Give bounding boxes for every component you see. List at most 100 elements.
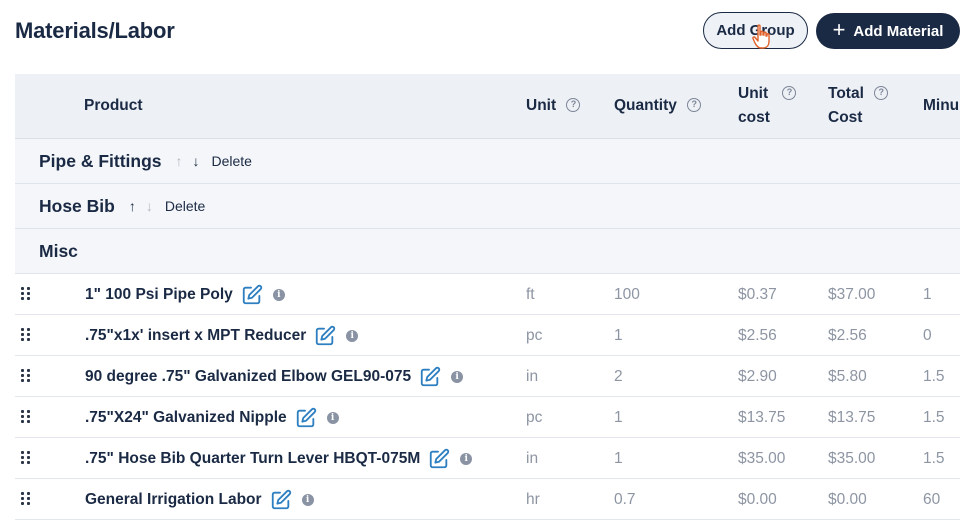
delete-group-link[interactable]: Delete — [212, 153, 252, 169]
product-cell: .75"X24" Galvanized Nipple i — [85, 397, 339, 438]
table-row: .75"X24" Galvanized Nipple i pc 1 $13.75 $13.… — [15, 397, 960, 438]
column-total-cost-label-2: Cost — [828, 109, 863, 126]
unit-cost-cell: $2.56 — [738, 327, 777, 344]
product-cell: .75"x1x' insert x MPT Reducer i — [85, 315, 359, 356]
minutes-cell: 60 — [923, 491, 941, 508]
product-name: General Irrigation Labor — [85, 490, 262, 508]
help-icon[interactable]: ? — [687, 98, 702, 112]
group-row-misc: Misc — [15, 229, 960, 274]
drag-handle-icon[interactable] — [21, 328, 31, 342]
add-material-button[interactable]: + Add Material — [816, 13, 960, 49]
unit-cell: in — [526, 450, 539, 467]
add-material-label: Add Material — [853, 22, 944, 40]
minutes-cell: 1.5 — [923, 368, 945, 385]
total-cost-cell: $35.00 — [828, 450, 876, 467]
table-row: 90 degree .75" Galvanized Elbow GEL90-07… — [15, 356, 960, 397]
column-unit-cost[interactable]: Unit ? cost — [738, 82, 797, 130]
quantity-cell: 1 — [614, 409, 623, 426]
column-unit[interactable]: Unit ? — [526, 94, 581, 118]
help-icon[interactable]: ? — [874, 86, 889, 100]
unit-cell: ft — [526, 286, 535, 303]
info-icon[interactable]: i — [460, 452, 473, 465]
column-unit-label: Unit — [526, 97, 557, 114]
column-unit-cost-label-1: Unit — [738, 85, 769, 102]
total-cost-cell: $5.80 — [828, 368, 867, 385]
edit-icon[interactable] — [428, 448, 450, 470]
table-row: 1" 100 Psi Pipe Poly i ft 100 $0.37 $37.00 1 — [15, 274, 960, 315]
table-row: General Irrigation Labor i hr 0.7 $0.00 $0.00… — [15, 479, 960, 520]
product-name: 90 degree .75" Galvanized Elbow GEL90-07… — [85, 367, 412, 385]
product-name: .75" Hose Bib Quarter Turn Lever HBQT-07… — [85, 449, 421, 467]
group-name: Hose Bib — [39, 195, 115, 216]
unit-cost-cell: $13.75 — [738, 409, 786, 426]
pointer-cursor-icon — [752, 24, 770, 49]
unit-cost-cell: $2.90 — [738, 368, 777, 385]
drag-handle-icon[interactable] — [21, 451, 31, 465]
product-cell: 90 degree .75" Galvanized Elbow GEL90-07… — [85, 356, 464, 397]
product-name: .75"x1x' insert x MPT Reducer — [85, 326, 307, 344]
help-icon[interactable]: ? — [566, 98, 581, 112]
unit-cell: pc — [526, 327, 543, 344]
quantity-cell: 1 — [614, 450, 623, 467]
edit-icon[interactable] — [419, 366, 441, 388]
total-cost-cell: $2.56 — [828, 327, 867, 344]
column-unit-cost-label-2: cost — [738, 109, 770, 126]
minutes-cell: 1.5 — [923, 409, 945, 426]
table-row: .75" Hose Bib Quarter Turn Lever HBQT-07… — [15, 438, 960, 479]
plus-icon: + — [832, 17, 846, 42]
product-cell: .75" Hose Bib Quarter Turn Lever HBQT-07… — [85, 438, 473, 479]
drag-handle-icon[interactable] — [21, 369, 31, 383]
column-minutes[interactable]: Minu — [923, 94, 959, 118]
unit-cost-cell: $0.00 — [738, 491, 777, 508]
drag-handle-icon[interactable] — [21, 410, 31, 424]
table-header: Product Unit ? Quantity ? Unit ? cost To… — [15, 74, 960, 139]
edit-icon[interactable] — [270, 489, 292, 511]
product-cell: General Irrigation Labor i — [85, 479, 314, 520]
move-down-arrow-icon: ↓ — [145, 198, 153, 214]
column-total-cost[interactable]: Total ? Cost — [828, 82, 889, 130]
product-name: 1" 100 Psi Pipe Poly — [85, 285, 233, 303]
total-cost-cell: $13.75 — [828, 409, 876, 426]
drag-handle-icon[interactable] — [21, 492, 31, 506]
table-row: .75"x1x' insert x MPT Reducer i pc 1 $2.56 $2… — [15, 315, 960, 356]
move-down-arrow-icon[interactable]: ↓ — [193, 153, 200, 169]
info-icon[interactable]: i — [451, 370, 464, 383]
quantity-cell: 100 — [614, 286, 640, 303]
group-row-hose-bib: Hose Bib ↑ ↓ Delete — [15, 184, 960, 229]
help-icon[interactable]: ? — [782, 86, 797, 100]
column-total-cost-label-1: Total — [828, 85, 864, 102]
info-icon[interactable]: i — [301, 493, 314, 506]
column-quantity[interactable]: Quantity ? — [614, 94, 702, 118]
group-row-pipe-fittings: Pipe & Fittings ↑ ↓ Delete — [15, 139, 960, 184]
minutes-cell: 0 — [923, 327, 932, 344]
group-name: Misc — [39, 240, 78, 261]
info-icon[interactable]: i — [326, 411, 339, 424]
unit-cost-cell: $0.37 — [738, 286, 777, 303]
unit-cell: hr — [526, 491, 540, 508]
move-up-arrow-icon: ↑ — [175, 153, 183, 169]
edit-icon[interactable] — [295, 407, 317, 429]
minutes-cell: 1 — [923, 286, 932, 303]
group-name: Pipe & Fittings — [39, 150, 162, 171]
unit-cost-cell: $35.00 — [738, 450, 786, 467]
drag-handle-icon[interactable] — [21, 287, 31, 301]
quantity-cell: 1 — [614, 327, 623, 344]
page-title: Materials/Labor — [15, 18, 175, 43]
edit-icon[interactable] — [314, 325, 336, 347]
quantity-cell: 0.7 — [614, 491, 636, 508]
info-icon[interactable]: i — [346, 329, 359, 342]
quantity-cell: 2 — [614, 368, 623, 385]
move-up-arrow-icon[interactable]: ↑ — [129, 198, 136, 214]
column-product[interactable]: Product — [84, 94, 143, 118]
info-icon[interactable]: i — [272, 288, 285, 301]
total-cost-cell: $0.00 — [828, 491, 867, 508]
minutes-cell: 1.5 — [923, 450, 945, 467]
unit-cell: in — [526, 368, 539, 385]
total-cost-cell: $37.00 — [828, 286, 876, 303]
product-cell: 1" 100 Psi Pipe Poly i — [85, 274, 285, 315]
unit-cell: pc — [526, 409, 543, 426]
product-name: .75"X24" Galvanized Nipple — [85, 408, 287, 426]
column-quantity-label: Quantity — [614, 97, 677, 114]
edit-icon[interactable] — [241, 284, 263, 306]
delete-group-link[interactable]: Delete — [165, 198, 205, 214]
